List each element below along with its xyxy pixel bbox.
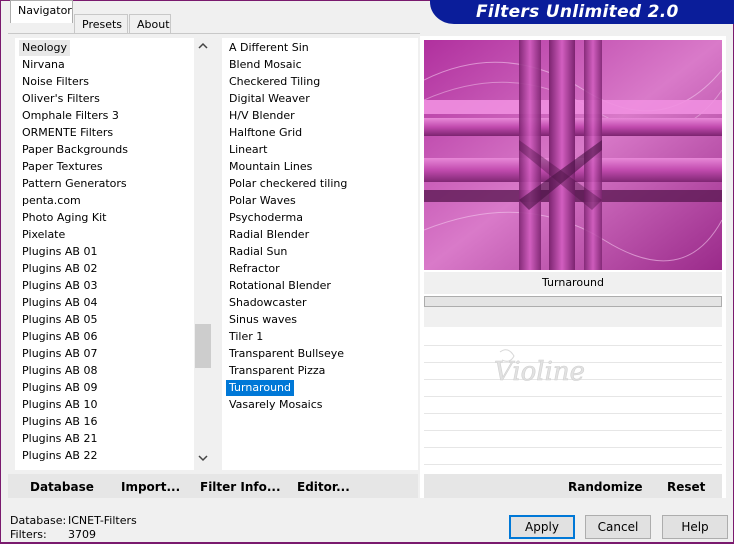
category-item-partial[interactable] xyxy=(19,465,25,470)
filter-item[interactable]: Shadowcaster xyxy=(226,295,310,311)
category-item[interactable]: Pattern Generators xyxy=(19,176,130,192)
category-item[interactable]: Plugins AB 03 xyxy=(19,278,100,294)
status-database-label: Database: xyxy=(10,514,67,527)
filter-item[interactable]: H/V Blender xyxy=(226,108,298,124)
chevron-down-icon[interactable] xyxy=(194,452,212,468)
category-item[interactable]: Plugins AB 06 xyxy=(19,329,100,345)
category-item[interactable]: ORMENTE Filters xyxy=(19,125,116,141)
filter-item[interactable]: Blend Mosaic xyxy=(226,57,305,73)
category-item[interactable]: Plugins AB 01 xyxy=(19,244,100,260)
category-scrollbar[interactable] xyxy=(194,38,212,470)
filter-item[interactable]: A Different Sin xyxy=(226,40,312,56)
parameter-area xyxy=(424,307,722,327)
category-item[interactable]: Plugins AB 21 xyxy=(19,431,100,447)
filter-item[interactable]: Mountain Lines xyxy=(226,159,315,175)
tab-about[interactable]: About xyxy=(129,14,171,34)
database-button-label: Database xyxy=(30,480,94,494)
filter-item[interactable]: Vasarely Mosaics xyxy=(226,397,326,413)
category-item[interactable]: Pixelate xyxy=(19,227,68,243)
parameter-row-5[interactable] xyxy=(424,413,722,414)
filter-item[interactable]: Sinus waves xyxy=(226,312,300,328)
tab-divider xyxy=(8,33,420,34)
category-item[interactable]: Plugins AB 10 xyxy=(19,397,100,413)
filter-item[interactable]: Lineart xyxy=(226,142,271,158)
category-list[interactable]: Neology Nirvana Noise Filters Oliver's Filt… xyxy=(15,38,212,470)
filter-item[interactable]: Digital Weaver xyxy=(226,91,313,107)
filter-item[interactable]: Rotational Blender xyxy=(226,278,334,294)
progress-bar xyxy=(424,296,722,307)
scrollbar-thumb[interactable] xyxy=(195,324,211,368)
status-database-value: ICNET-Filters xyxy=(68,514,137,527)
filter-list[interactable]: A Different Sin Blend Mosaic Checkered Til… xyxy=(222,38,418,470)
parameter-row-8[interactable] xyxy=(424,464,722,465)
reset-button[interactable]: Reset xyxy=(667,480,705,494)
filter-item[interactable]: Radial Sun xyxy=(226,244,290,260)
category-item[interactable]: Plugins AB 07 xyxy=(19,346,100,362)
category-item[interactable]: Paper Backgrounds xyxy=(19,142,131,158)
filter-item[interactable]: Radial Blender xyxy=(226,227,312,243)
editor-button[interactable]: Editor... xyxy=(297,480,350,494)
status-filters-label: Filters: xyxy=(10,528,47,541)
category-item[interactable]: Plugins AB 22 xyxy=(19,448,100,464)
preview-image xyxy=(424,40,722,270)
category-item[interactable]: Noise Filters xyxy=(19,74,92,90)
category-item[interactable]: Photo Aging Kit xyxy=(19,210,109,226)
filter-item[interactable]: Refractor xyxy=(226,261,283,277)
filter-info-button[interactable]: Filter Info... xyxy=(200,480,281,494)
category-item[interactable]: Nirvana xyxy=(19,57,68,73)
tab-presets[interactable]: Presets xyxy=(74,14,128,34)
filter-item[interactable]: Halftone Grid xyxy=(226,125,305,141)
chevron-up-icon[interactable] xyxy=(194,40,212,56)
database-button[interactable]: Database xyxy=(30,480,94,494)
category-item[interactable]: Plugins AB 16 xyxy=(19,414,100,430)
import-button[interactable]: Import... xyxy=(121,480,180,494)
import-button-label: Import... xyxy=(121,480,181,494)
parameter-row-6[interactable] xyxy=(424,430,722,431)
cancel-button[interactable]: Cancel xyxy=(585,515,651,539)
filter-item[interactable]: Turnaround xyxy=(225,379,295,397)
filter-item[interactable]: Checkered Tiling xyxy=(226,74,323,90)
category-item[interactable]: Plugins AB 08 xyxy=(19,363,100,379)
category-item[interactable]: Plugins AB 04 xyxy=(19,295,100,311)
filter-item[interactable]: Transparent Pizza xyxy=(226,363,328,379)
category-item[interactable]: Plugins AB 05 xyxy=(19,312,100,328)
randomize-button[interactable]: Randomize xyxy=(568,480,642,494)
category-item[interactable]: Paper Textures xyxy=(19,159,106,175)
category-item[interactable]: Plugins AB 09 xyxy=(19,380,100,396)
category-item[interactable]: Omphale Filters 3 xyxy=(19,108,122,124)
category-item[interactable]: Oliver's Filters xyxy=(19,91,103,107)
editor-button-label: Editor... xyxy=(297,480,350,494)
status-filters-value: 3709 xyxy=(68,528,96,541)
tab-navigator[interactable]: Navigator xyxy=(10,0,73,23)
parameter-row-4[interactable] xyxy=(424,396,722,397)
filter-item[interactable]: Transparent Bullseye xyxy=(226,346,347,362)
apply-button[interactable]: Apply xyxy=(509,515,575,539)
help-button[interactable]: Help xyxy=(662,515,728,539)
category-item[interactable]: Plugins AB 02 xyxy=(19,261,100,277)
filter-item[interactable]: Polar checkered tiling xyxy=(226,176,350,192)
filter-info-button-label: Filter Info... xyxy=(200,480,281,494)
parameter-row-7[interactable] xyxy=(424,447,722,448)
window-title: Filters Unlimited 2.0 xyxy=(476,2,679,22)
category-item[interactable]: penta.com xyxy=(19,193,84,209)
category-item[interactable]: Neology xyxy=(19,40,71,56)
filter-item[interactable]: Tiler 1 xyxy=(226,329,266,345)
filter-item[interactable]: Psychoderma xyxy=(226,210,306,226)
filter-item[interactable]: Polar Waves xyxy=(226,193,299,209)
preview-caption: Turnaround xyxy=(424,272,722,294)
watermark-logo: Violine xyxy=(490,344,600,394)
